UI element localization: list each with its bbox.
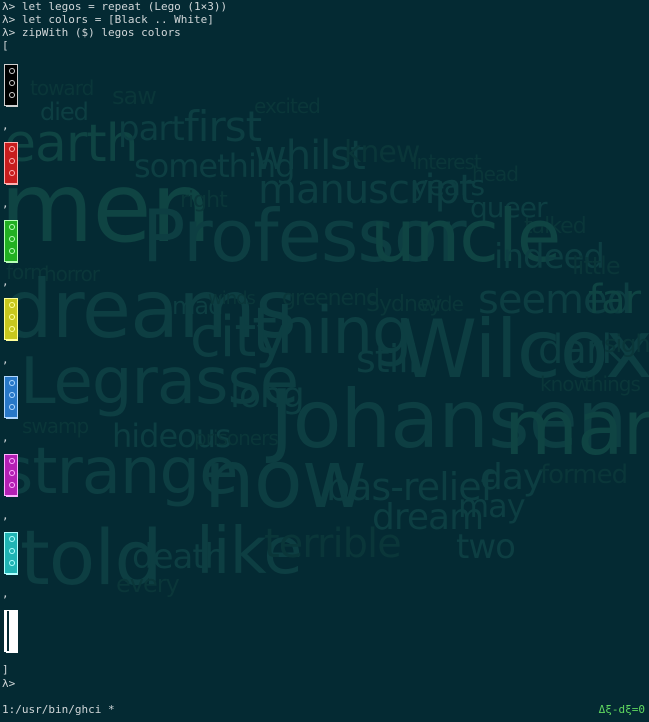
wallpaper-word: sight bbox=[604, 330, 649, 358]
command-line-3: λ> zipWith ($) legos colors bbox=[2, 26, 181, 39]
lego-stud bbox=[9, 458, 15, 464]
lego-stud bbox=[9, 626, 15, 632]
lego-stud bbox=[9, 146, 15, 152]
wallpaper-word: swamp bbox=[22, 414, 89, 438]
wallpaper-word: knew bbox=[344, 135, 420, 170]
output-close-bracket: ] bbox=[2, 663, 9, 676]
lego-stud bbox=[9, 380, 15, 386]
wallpaper-word: first bbox=[184, 102, 262, 151]
lego-stud bbox=[9, 92, 15, 98]
output-open-bracket: [ bbox=[2, 39, 9, 52]
lego-stud bbox=[9, 548, 15, 554]
lego-base bbox=[6, 651, 18, 653]
lego-stud bbox=[9, 392, 15, 398]
lego-brick-blue bbox=[4, 376, 18, 419]
wallpaper-word: may bbox=[458, 487, 526, 525]
list-separator: , bbox=[2, 353, 9, 366]
lego-brick-white bbox=[4, 610, 18, 653]
wallpaper-word: two bbox=[456, 527, 516, 567]
command-line-1: λ> let legos = repeat (Lego (1×3)) bbox=[2, 0, 228, 13]
wallpaper-word: man bbox=[504, 383, 649, 472]
lego-stud bbox=[9, 224, 15, 230]
wallpaper-word: saw bbox=[112, 82, 157, 110]
lego-stud bbox=[9, 302, 15, 308]
lego-shading bbox=[7, 611, 9, 651]
lego-stud bbox=[9, 536, 15, 542]
command-line-2: λ> let colors = [Black .. White] bbox=[2, 13, 214, 26]
lego-brick-black bbox=[4, 64, 18, 107]
list-separator: , bbox=[2, 197, 9, 210]
lego-stud bbox=[9, 158, 15, 164]
wallpaper-word: excited bbox=[254, 94, 321, 118]
wallpaper-word: every bbox=[116, 570, 180, 598]
lego-stud bbox=[9, 614, 15, 620]
lego-brick-cyan bbox=[4, 532, 18, 575]
lego-base bbox=[6, 339, 18, 341]
tmux-window-label[interactable]: 1:/usr/bin/ghci * bbox=[2, 703, 115, 716]
input-prompt[interactable]: λ> bbox=[2, 677, 22, 690]
wallpaper-word: strange bbox=[0, 435, 239, 509]
lego-stud bbox=[9, 314, 15, 320]
lego-base bbox=[6, 573, 18, 575]
lego-stud bbox=[9, 470, 15, 476]
lego-base bbox=[6, 261, 18, 263]
lego-base bbox=[6, 495, 18, 497]
list-separator: , bbox=[2, 275, 9, 288]
lego-brick-magenta bbox=[4, 454, 18, 497]
list-separator: , bbox=[2, 587, 9, 600]
list-separator: , bbox=[2, 431, 9, 444]
lego-base bbox=[6, 183, 18, 185]
status-indicator: Δξ-dξ=0 bbox=[598, 703, 645, 716]
lego-stud bbox=[9, 80, 15, 86]
lego-brick-yellow bbox=[4, 298, 18, 341]
lego-base bbox=[6, 105, 18, 107]
desktop-wallpaper: toward saw died earth part first excited someth… bbox=[0, 0, 649, 722]
lego-base bbox=[6, 417, 18, 419]
lego-stud bbox=[9, 560, 15, 566]
lego-stud bbox=[9, 326, 15, 332]
lego-brick-red bbox=[4, 142, 18, 185]
lego-stud bbox=[9, 170, 15, 176]
lego-stud bbox=[9, 236, 15, 242]
list-separator: , bbox=[2, 119, 9, 132]
lego-stud bbox=[9, 404, 15, 410]
lego-stud bbox=[9, 248, 15, 254]
lego-stud bbox=[9, 482, 15, 488]
wallpaper-word: formed bbox=[540, 460, 628, 490]
wallpaper-word: part bbox=[118, 109, 185, 149]
lego-brick-green bbox=[4, 220, 18, 263]
lego-stud bbox=[9, 638, 15, 644]
wallpaper-word: terrible bbox=[264, 521, 402, 567]
list-separator: , bbox=[2, 509, 9, 522]
wallpaper-word: toward bbox=[30, 76, 94, 100]
lego-stud bbox=[9, 68, 15, 74]
wallpaper-word: little bbox=[572, 252, 621, 280]
